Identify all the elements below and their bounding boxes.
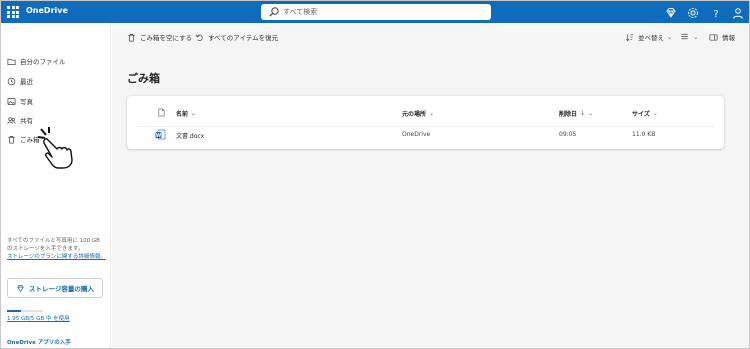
word-document-icon: W <box>155 129 166 140</box>
sort-descending-icon: ↓ <box>580 110 586 117</box>
nav-item-shared[interactable]: 共有 <box>7 113 107 127</box>
restore-all-label: すべてのアイテムを復元 <box>208 34 279 42</box>
sort-button[interactable]: 並べ替え ⌄ <box>625 32 672 42</box>
storage-progress-fill <box>7 310 22 312</box>
hand-pointer-cursor-icon <box>37 127 73 169</box>
column-location-label: 元の場所 <box>402 111 427 118</box>
column-header-name[interactable]: 名前 ⌄ <box>176 109 196 118</box>
nav-item-label: 自分のファイル <box>20 58 66 66</box>
trash-icon <box>128 33 135 41</box>
get-app-link[interactable]: OneDrive アプリの入手 <box>7 338 71 346</box>
file-location-cell: OneDrive <box>402 131 431 138</box>
nav-item-my-files[interactable]: 自分のファイル <box>7 54 107 68</box>
restore-icon <box>195 34 203 41</box>
restore-all-button[interactable]: すべてのアイテムを復元 <box>195 32 278 42</box>
column-header-size[interactable]: サイズ ⌄ <box>632 109 658 118</box>
search-box[interactable]: すべて検索 <box>261 4 491 20</box>
premium-diamond-icon[interactable] <box>664 5 678 19</box>
chevron-down-icon: ⌄ <box>667 33 673 41</box>
page-title: ごみ箱 <box>127 72 160 85</box>
file-name-cell[interactable]: 文書.docx <box>176 131 204 140</box>
file-list: 名前 ⌄ 元の場所 ⌄ 削除日 ↓ ⌄ サイズ ⌄ W 文書.docx OneDrive … <box>127 96 724 149</box>
storage-used-link[interactable]: 1.95 GB/5 GB 中 を使用 <box>7 314 70 322</box>
buy-storage-label: ストレージ容量の購入 <box>29 285 94 293</box>
trash-icon <box>8 135 15 143</box>
storage-info-text: すべてのファイルと写真用に 100 GB のストレージを入手できます。 <box>7 238 100 252</box>
column-name-label: 名前 <box>176 111 189 118</box>
info-label: 情報 <box>722 34 735 42</box>
nav-item-label: 共有 <box>20 117 33 125</box>
app-launcher-icon[interactable] <box>7 6 19 18</box>
svg-text:W: W <box>156 133 162 139</box>
svg-text:?: ? <box>713 9 718 20</box>
list-view-icon <box>681 33 688 40</box>
column-size-label: サイズ <box>632 111 650 118</box>
main-content: ごみ箱を空にする すべてのアイテムを復元 並べ替え ⌄ ⌄ 情報 ごみ箱 名前 … <box>112 23 749 348</box>
folder-icon <box>7 58 16 65</box>
nav-item-label: 写真 <box>20 98 33 106</box>
empty-trash-button[interactable]: ごみ箱を空にする <box>127 32 192 42</box>
column-header-deleted[interactable]: 削除日 ↓ ⌄ <box>559 109 593 118</box>
top-bar: OneDrive すべて検索 ? <box>1 1 749 23</box>
diamond-icon <box>17 284 24 292</box>
file-size-cell: 11.0 KB <box>632 131 656 138</box>
header-divider <box>137 126 714 127</box>
help-icon[interactable]: ? <box>709 5 723 20</box>
app-name[interactable]: OneDrive <box>26 6 68 15</box>
chevron-down-icon: ⌄ <box>191 110 197 117</box>
onedrive-window: OneDrive すべて検索 ? 自分のファイル 最近 写真 共有 ごみ箱 すべ… <box>0 0 750 349</box>
empty-trash-label: ごみ箱を空にする <box>140 34 193 42</box>
search-placeholder: すべて検索 <box>283 8 318 16</box>
left-nav: 自分のファイル 最近 写真 共有 ごみ箱 すべてのファイルと写真用に 100 G… <box>1 23 111 348</box>
chevron-down-icon: ⌄ <box>693 32 699 41</box>
chevron-down-icon: ⌄ <box>429 110 435 117</box>
nav-item-recent[interactable]: 最近 <box>7 74 107 88</box>
info-pane-icon <box>709 33 718 41</box>
buy-storage-button[interactable]: ストレージ容量の購入 <box>7 278 103 298</box>
command-bar: ごみ箱を空にする すべてのアイテムを復元 並べ替え ⌄ ⌄ 情報 <box>112 23 749 51</box>
clock-icon <box>7 77 16 85</box>
storage-progress-bar <box>7 310 43 312</box>
file-deleted-cell: 09:05 <box>559 131 577 138</box>
sort-icon <box>626 33 634 41</box>
view-options-button[interactable]: ⌄ <box>680 32 698 41</box>
search-icon <box>269 7 279 17</box>
sort-label: 並べ替え <box>638 34 664 42</box>
nav-item-photos[interactable]: 写真 <box>7 94 107 108</box>
people-icon <box>7 116 16 124</box>
column-deleted-label: 削除日 <box>559 111 578 118</box>
account-avatar-icon[interactable] <box>731 5 745 19</box>
info-button[interactable]: 情報 <box>709 32 735 42</box>
column-header-location[interactable]: 元の場所 ⌄ <box>402 109 434 118</box>
chevron-down-icon: ⌄ <box>588 110 594 117</box>
storage-plans-link[interactable]: ストレージのプランに関する詳細情報。 <box>7 253 107 261</box>
settings-gear-icon[interactable] <box>686 5 700 19</box>
image-icon <box>7 97 16 105</box>
nav-item-label: 最近 <box>20 78 33 86</box>
file-type-header-icon[interactable] <box>157 108 166 117</box>
chevron-down-icon: ⌄ <box>652 110 658 117</box>
